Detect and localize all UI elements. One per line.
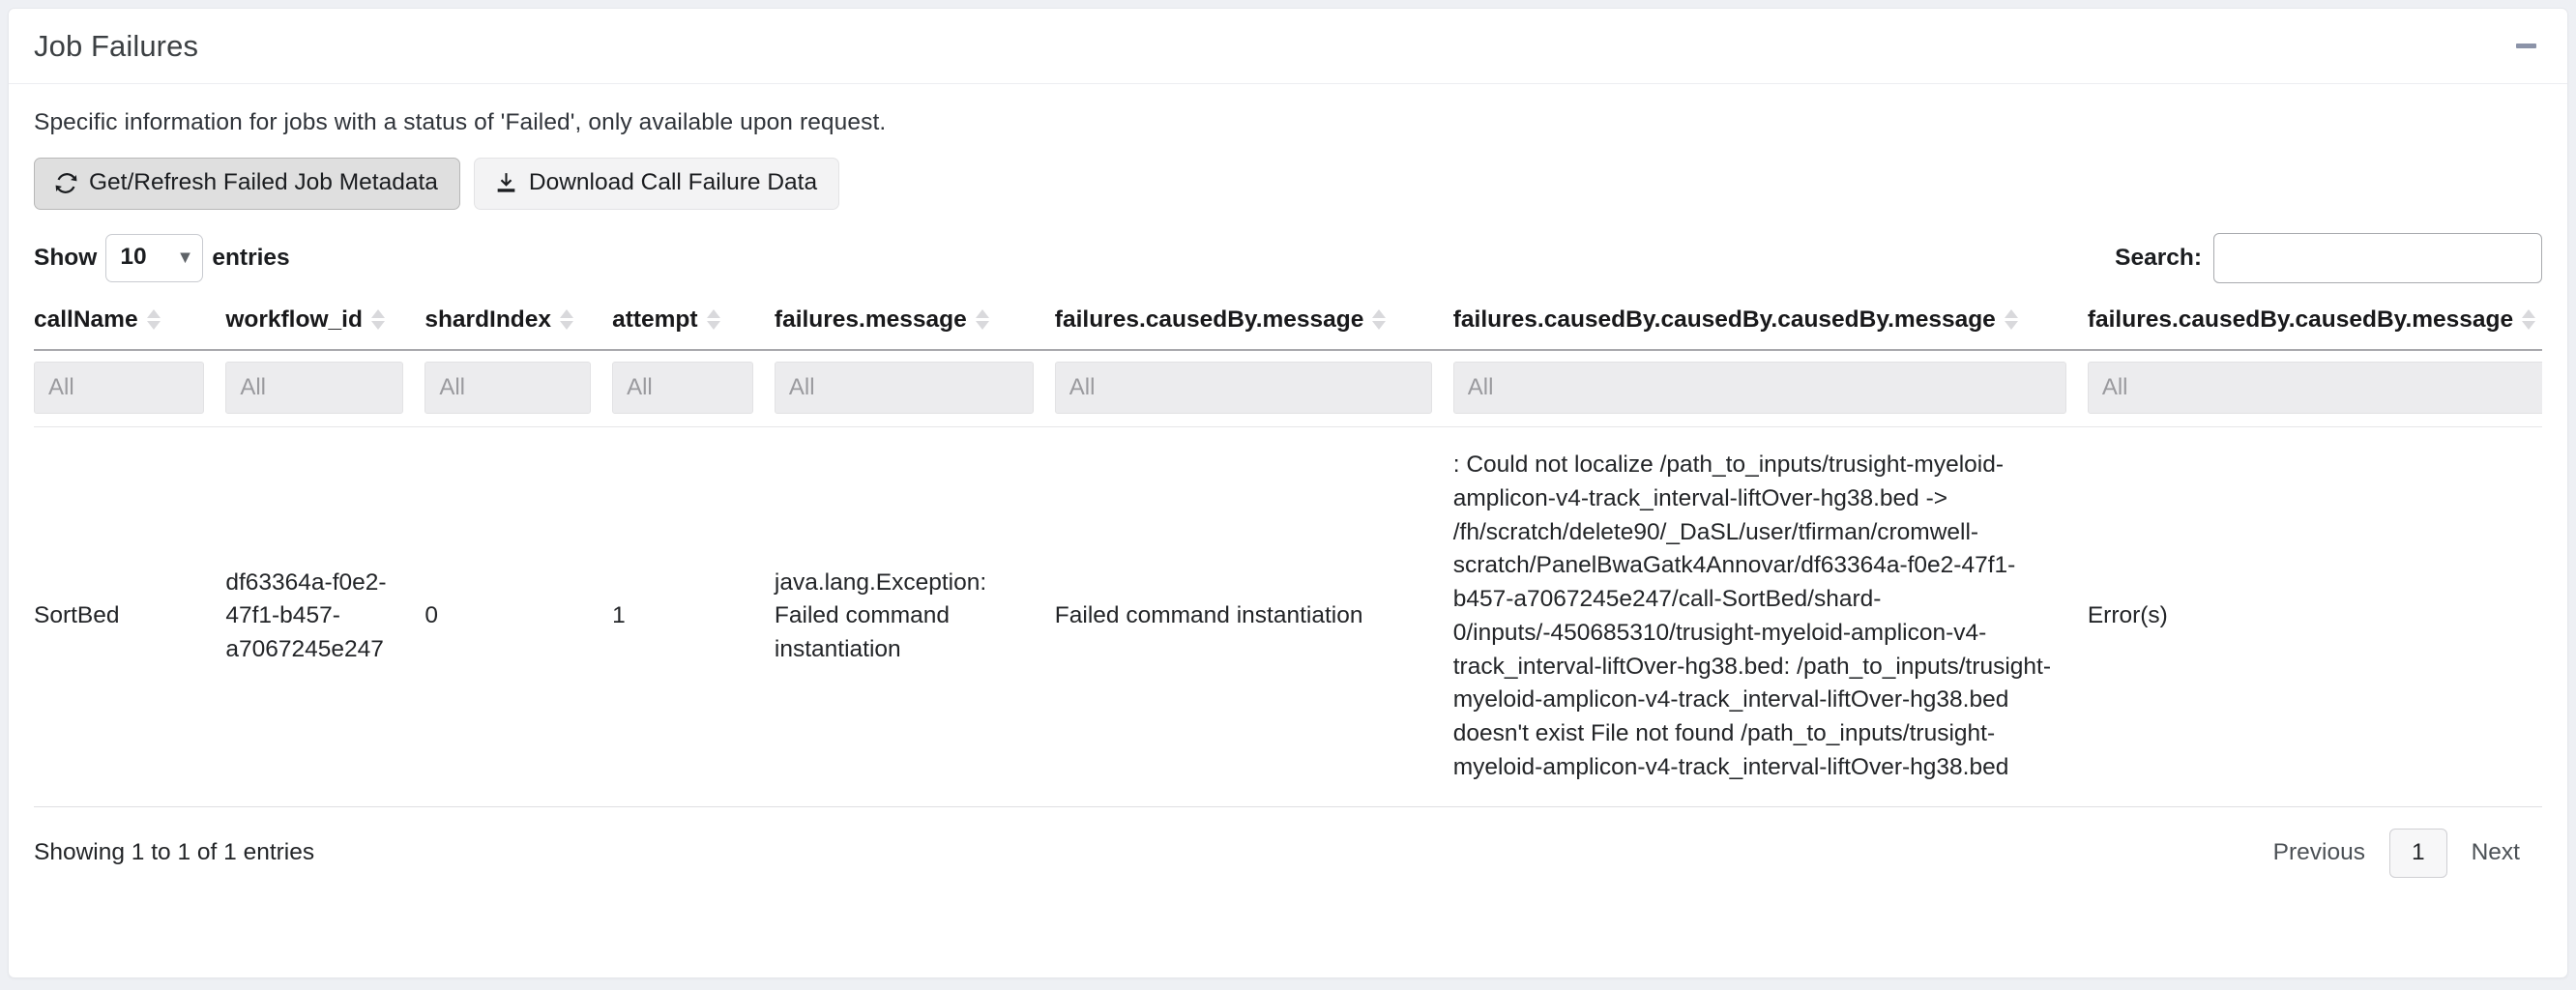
download-call-failure-data-label: Download Call Failure Data (528, 169, 818, 195)
column-header-label: attempt (612, 306, 698, 333)
table-head: callName workflow_id shardIndex attempt fail… (34, 302, 2542, 351)
column-filter-input-2[interactable] (424, 361, 592, 414)
sort-arrows-icon[interactable] (2522, 309, 2536, 331)
table-filter-body (34, 349, 2542, 427)
column-filter-input-7[interactable] (2087, 361, 2542, 414)
page-title: Job Failures (34, 28, 199, 63)
column-filter-input-6[interactable] (1452, 361, 2066, 414)
column-header-6[interactable]: failures.causedBy.causedBy.causedBy.mess… (1452, 302, 2088, 351)
column-header-inner: callName (34, 306, 204, 334)
column-filter-cell-2 (424, 349, 613, 427)
table-cell-failures_causedBy_causedBy_causedBy_message: : Could not localize /path_to_inputs/tru… (1452, 426, 2088, 807)
refresh-icon (54, 171, 78, 195)
column-filter-cell-3 (612, 349, 775, 427)
page-length-select[interactable]: 102550100 (105, 233, 204, 282)
get-refresh-failed-job-metadata-button[interactable]: Get/Refresh Failed Job Metadata (34, 158, 460, 210)
column-header-inner: failures.causedBy.causedBy.causedBy.mess… (1453, 306, 2066, 334)
column-filter-cell-4 (774, 349, 1055, 427)
column-header-5[interactable]: failures.causedBy.message (1054, 302, 1453, 351)
column-header-inner: attempt (612, 306, 753, 334)
column-header-4[interactable]: failures.message (774, 302, 1055, 351)
sort-arrows-icon[interactable] (560, 309, 574, 331)
column-header-0[interactable]: callName (34, 302, 226, 351)
page-length-select-wrap: 102550100 ▾ (105, 233, 204, 282)
table-cell-attempt: 1 (612, 426, 775, 807)
column-header-label: workflow_id (225, 306, 363, 333)
pagination-page-1-button[interactable]: 1 (2388, 828, 2447, 878)
sort-arrows-icon[interactable] (975, 309, 989, 331)
sort-arrows-icon[interactable] (146, 309, 161, 331)
column-header-inner: shardIndex (424, 306, 591, 334)
table-controls: Show 102550100 ▾ entries Search: (34, 232, 2542, 283)
column-filter-cell-6 (1452, 349, 2088, 427)
table-cell-failures_message: java.lang.Exception: Failed command inst… (774, 426, 1055, 807)
download-icon (494, 171, 518, 195)
table-info: Showing 1 to 1 of 1 entries (34, 839, 315, 866)
column-header-label: failures.causedBy.causedBy.message (2087, 306, 2514, 333)
download-call-failure-data-button[interactable]: Download Call Failure Data (473, 158, 840, 210)
card-body: Specific information for jobs with a sta… (9, 84, 2567, 903)
column-filter-input-1[interactable] (225, 361, 404, 414)
column-filter-input-4[interactable] (774, 361, 1034, 414)
column-filter-cell-7 (2087, 349, 2542, 427)
table-scroll-container[interactable]: callName workflow_id shardIndex attempt fail… (34, 302, 2542, 807)
action-button-row: Get/Refresh Failed Job Metadata Download… (34, 158, 2542, 210)
search-group: Search: (2115, 232, 2542, 283)
table-body: SortBed df63364a-f0e2-47f1-b457-a7067245e… (34, 426, 2542, 807)
column-header-inner: failures.message (775, 306, 1034, 334)
column-filter-input-3[interactable] (612, 361, 753, 414)
table-footer: Showing 1 to 1 of 1 entries Previous 1 N… (34, 807, 2542, 903)
table-cell-shardIndex: 0 (424, 426, 613, 807)
pagination: Previous 1 Next (2251, 828, 2542, 878)
column-filter-row (34, 349, 2542, 427)
column-filter-cell-0 (34, 349, 226, 427)
entries-label: entries (212, 244, 290, 271)
column-header-label: callName (34, 306, 138, 333)
sort-arrows-icon[interactable] (1372, 309, 1387, 331)
job-failures-table: callName workflow_id shardIndex attempt fail… (34, 302, 2542, 807)
table-header-row: callName workflow_id shardIndex attempt fail… (34, 302, 2542, 351)
column-header-1[interactable]: workflow_id (225, 302, 425, 351)
sort-arrows-icon[interactable] (2004, 309, 2018, 331)
column-filter-cell-1 (225, 349, 425, 427)
search-label: Search: (2115, 244, 2202, 271)
table-cell-callName: SortBed (34, 426, 226, 807)
card-header: Job Failures (9, 9, 2567, 84)
sort-arrows-icon[interactable] (370, 309, 385, 331)
page-length-group: Show 102550100 ▾ entries (34, 233, 290, 282)
get-refresh-failed-job-metadata-label: Get/Refresh Failed Job Metadata (89, 169, 438, 195)
column-header-inner: failures.causedBy.causedBy.message (2088, 306, 2542, 334)
pagination-next-button[interactable]: Next (2449, 829, 2542, 878)
column-header-label: failures.causedBy.message (1054, 306, 1364, 333)
sort-arrows-icon[interactable] (706, 309, 720, 331)
search-input[interactable] (2213, 232, 2542, 283)
minus-icon[interactable] (2513, 34, 2538, 59)
column-header-3[interactable]: attempt (612, 302, 775, 351)
column-header-2[interactable]: shardIndex (424, 302, 613, 351)
minus-icon-bar (2515, 44, 2536, 48)
pagination-previous-button[interactable]: Previous (2251, 829, 2387, 878)
table-cell-failures_causedBy_message: Failed command instantiation (1054, 426, 1453, 807)
column-header-7[interactable]: failures.causedBy.causedBy.message (2087, 302, 2542, 351)
column-header-label: shardIndex (424, 306, 552, 333)
table-row: SortBed df63364a-f0e2-47f1-b457-a7067245e… (34, 426, 2542, 807)
column-header-inner: workflow_id (225, 306, 403, 334)
table-cell-failures_causedBy_causedBy_message: Error(s) (2087, 426, 2542, 807)
card-description: Specific information for jobs with a sta… (34, 109, 887, 135)
column-header-label: failures.causedBy.causedBy.causedBy.mess… (1452, 306, 1996, 333)
show-label: Show (34, 244, 98, 271)
column-header-label: failures.message (774, 306, 967, 333)
table-cell-workflow_id: df63364a-f0e2-47f1-b457-a7067245e247 (225, 426, 425, 807)
job-failures-card: Job Failures Specific information for jo… (8, 8, 2568, 978)
column-filter-input-5[interactable] (1054, 361, 1432, 414)
column-header-inner: failures.causedBy.message (1055, 306, 1432, 334)
column-filter-cell-5 (1054, 349, 1453, 427)
column-filter-input-0[interactable] (34, 361, 205, 414)
